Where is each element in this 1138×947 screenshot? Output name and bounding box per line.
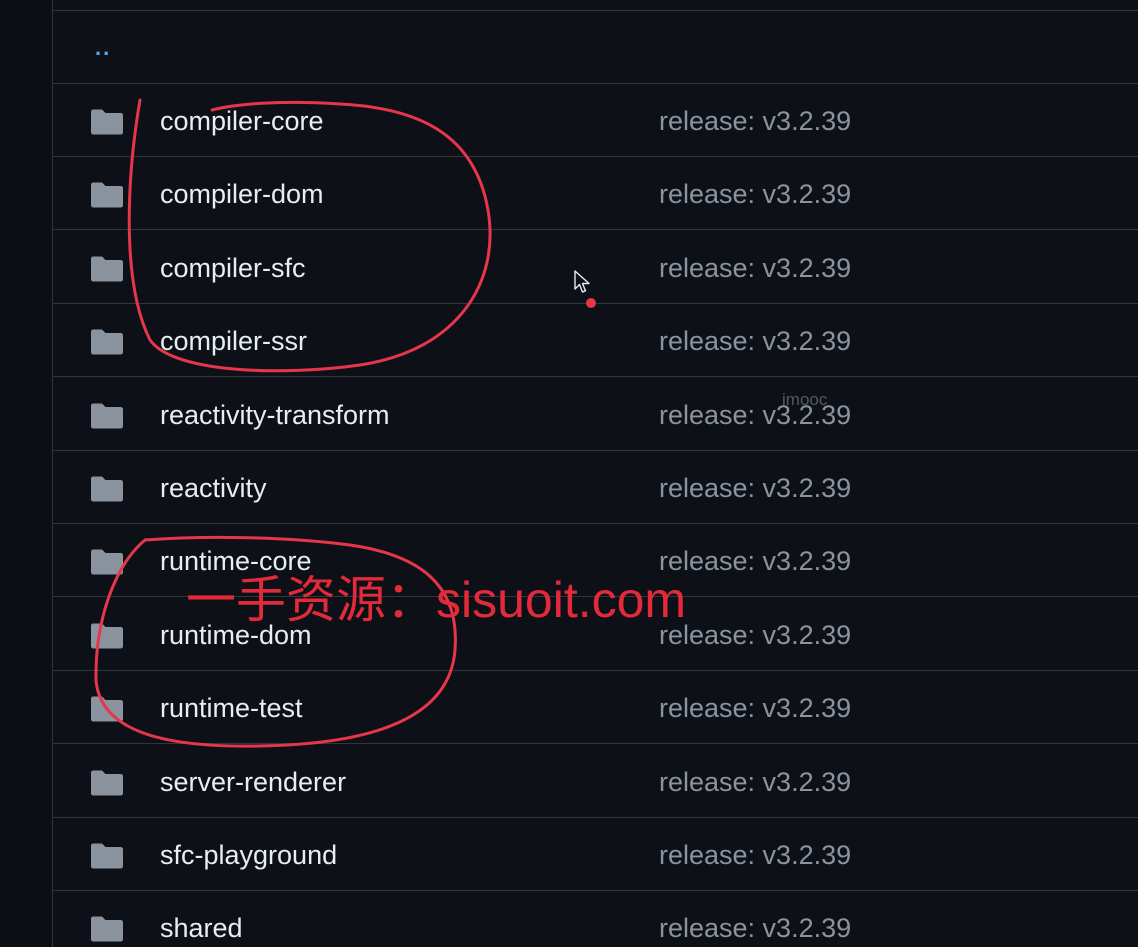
directory-row[interactable]: reactivity-transform release: v3.2.39 [53,378,1138,451]
folder-icon [91,623,123,649]
directory-name-link[interactable]: compiler-ssr [160,325,307,357]
directory-name-link[interactable]: compiler-sfc [160,252,306,284]
folder-icon [91,329,123,355]
file-browser-page: .. compiler-core release: v3.2.39 compiler… [0,0,1138,947]
parent-directory-link[interactable]: .. [95,37,111,59]
commit-message-link[interactable]: release: v3.2.39 [659,619,851,651]
folder-icon [91,843,123,869]
directory-name-link[interactable]: runtime-test [160,692,303,724]
commit-message-link[interactable]: release: v3.2.39 [659,472,851,504]
commit-message-link[interactable]: release: v3.2.39 [659,252,851,284]
watermark-imooc: imooc [782,390,828,409]
commit-message-link[interactable]: release: v3.2.39 [659,545,851,577]
folder-icon [91,696,123,722]
file-list: .. compiler-core release: v3.2.39 compiler… [53,0,1138,947]
directory-name-link[interactable]: sfc-playground [160,839,337,871]
directory-name-link[interactable]: reactivity [160,472,267,504]
commit-message-link[interactable]: release: v3.2.39 [659,766,851,798]
commit-message-link[interactable]: release: v3.2.39 [659,912,851,944]
directory-row[interactable]: reactivity release: v3.2.39 [53,451,1138,524]
commit-message-link[interactable]: release: v3.2.39 [659,105,851,137]
folder-icon [91,770,123,796]
directory-name-link[interactable]: compiler-dom [160,178,324,210]
commit-message-link[interactable]: release: v3.2.39 [659,178,851,210]
left-gutter [0,0,53,947]
directory-row[interactable]: runtime-test release: v3.2.39 [53,671,1138,745]
directory-row[interactable]: compiler-dom release: v3.2.39 [53,157,1138,231]
folder-icon [91,256,123,282]
folder-icon [91,182,123,208]
mouse-cursor-icon [574,270,590,293]
folder-icon [91,403,123,429]
directory-row[interactable]: server-renderer release: v3.2.39 [53,745,1138,818]
directory-name-link[interactable]: shared [160,912,243,944]
commit-message-link[interactable]: release: v3.2.39 [659,325,851,357]
folder-icon [91,109,123,135]
click-indicator-dot [586,298,596,308]
directory-name-link[interactable]: server-renderer [160,766,346,798]
commit-message-link[interactable]: release: v3.2.39 [659,692,851,724]
parent-directory-row[interactable]: .. [53,11,1138,84]
folder-icon [91,916,123,942]
folder-icon [91,549,123,575]
directory-name-link[interactable]: compiler-core [160,105,324,137]
folder-icon [91,476,123,502]
directory-row[interactable]: shared release: v3.2.39 [53,891,1138,947]
directory-row[interactable]: compiler-core release: v3.2.39 [53,84,1138,157]
directory-row[interactable]: sfc-playground release: v3.2.39 [53,818,1138,891]
list-top-strip [53,0,1138,11]
directory-row[interactable]: compiler-ssr release: v3.2.39 [53,304,1138,378]
directory-name-link[interactable]: reactivity-transform [160,399,390,431]
watermark-sisuoit: 一手资源：sisuoit.com [186,572,687,628]
commit-message-link[interactable]: release: v3.2.39 [659,839,851,871]
directory-row[interactable]: compiler-sfc release: v3.2.39 [53,231,1138,304]
